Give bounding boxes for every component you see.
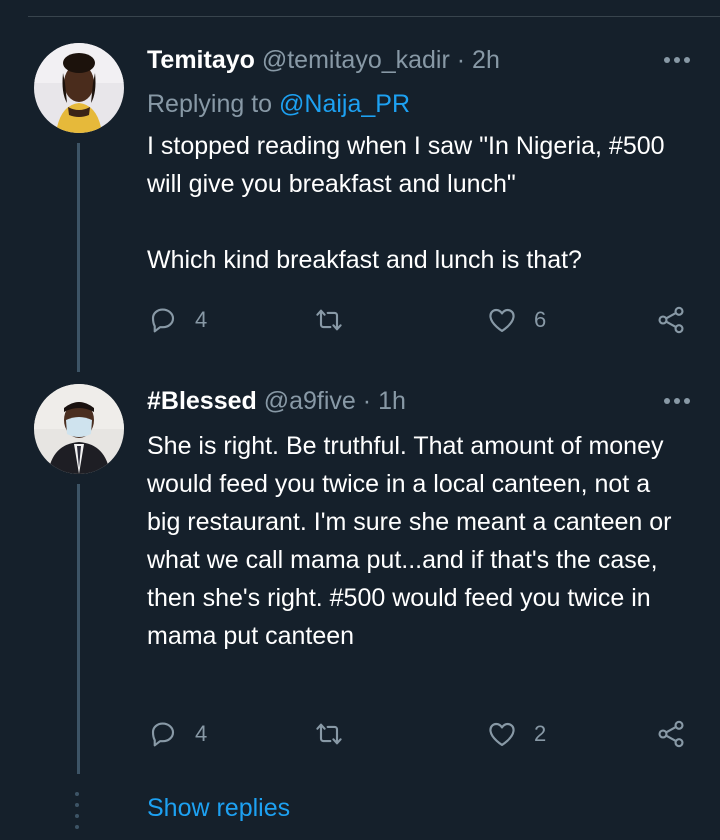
reply-icon xyxy=(151,308,175,333)
more-icon[interactable] xyxy=(664,57,690,63)
avatar[interactable] xyxy=(34,384,124,474)
reply-button[interactable]: 4 xyxy=(147,718,207,750)
user-handle[interactable]: @temitayo_kadir xyxy=(262,46,450,74)
like-icon xyxy=(489,722,515,746)
share-button[interactable] xyxy=(655,718,687,750)
timestamp[interactable]: 2h xyxy=(472,46,500,74)
separator: · xyxy=(456,46,466,74)
share-icon xyxy=(658,720,684,748)
reply-count: 4 xyxy=(195,307,208,332)
retweet-button[interactable] xyxy=(313,718,361,750)
separator: · xyxy=(362,387,372,415)
thread-line xyxy=(77,143,80,372)
like-icon xyxy=(489,308,515,332)
tweet-text: I stopped reading when I saw "In Nigeria… xyxy=(147,132,665,274)
reply-count: 4 xyxy=(195,721,208,746)
thread-line xyxy=(77,484,80,774)
thread-dots xyxy=(75,792,79,829)
show-replies-link[interactable]: Show replies xyxy=(147,790,290,826)
timestamp[interactable]: 1h xyxy=(378,387,406,415)
reply-icon xyxy=(151,722,175,747)
tweet-actions: 4 2 xyxy=(147,718,692,752)
replying-to-label: Replying to xyxy=(147,90,280,118)
retweet-icon xyxy=(316,309,342,331)
tweet-actions: 4 6 xyxy=(147,304,692,338)
share-button[interactable] xyxy=(655,304,687,336)
tweet-header: #Blessed @a9five · 1h xyxy=(147,384,406,418)
tweet-header: Temitayo @temitayo_kadir · 2h xyxy=(147,43,500,77)
retweet-icon xyxy=(316,723,342,745)
display-name[interactable]: Temitayo xyxy=(147,46,255,74)
like-button[interactable]: 6 xyxy=(486,304,546,336)
avatar[interactable] xyxy=(34,43,124,133)
user-handle[interactable]: @a9five xyxy=(264,387,356,415)
like-count: 2 xyxy=(534,721,547,746)
share-icon xyxy=(658,306,684,334)
reply-button[interactable]: 4 xyxy=(147,304,207,336)
mention-link[interactable]: @Naija_PR xyxy=(279,90,410,118)
more-icon[interactable] xyxy=(664,398,690,404)
display-name[interactable]: #Blessed xyxy=(147,387,257,415)
replying-to: Replying to @Naija_PR xyxy=(147,87,410,121)
tweet-text: She is right. Be truthful. That amount o… xyxy=(147,432,679,650)
retweet-button[interactable] xyxy=(313,304,361,336)
divider xyxy=(28,16,720,17)
like-count: 6 xyxy=(534,307,547,332)
like-button[interactable]: 2 xyxy=(486,718,546,750)
